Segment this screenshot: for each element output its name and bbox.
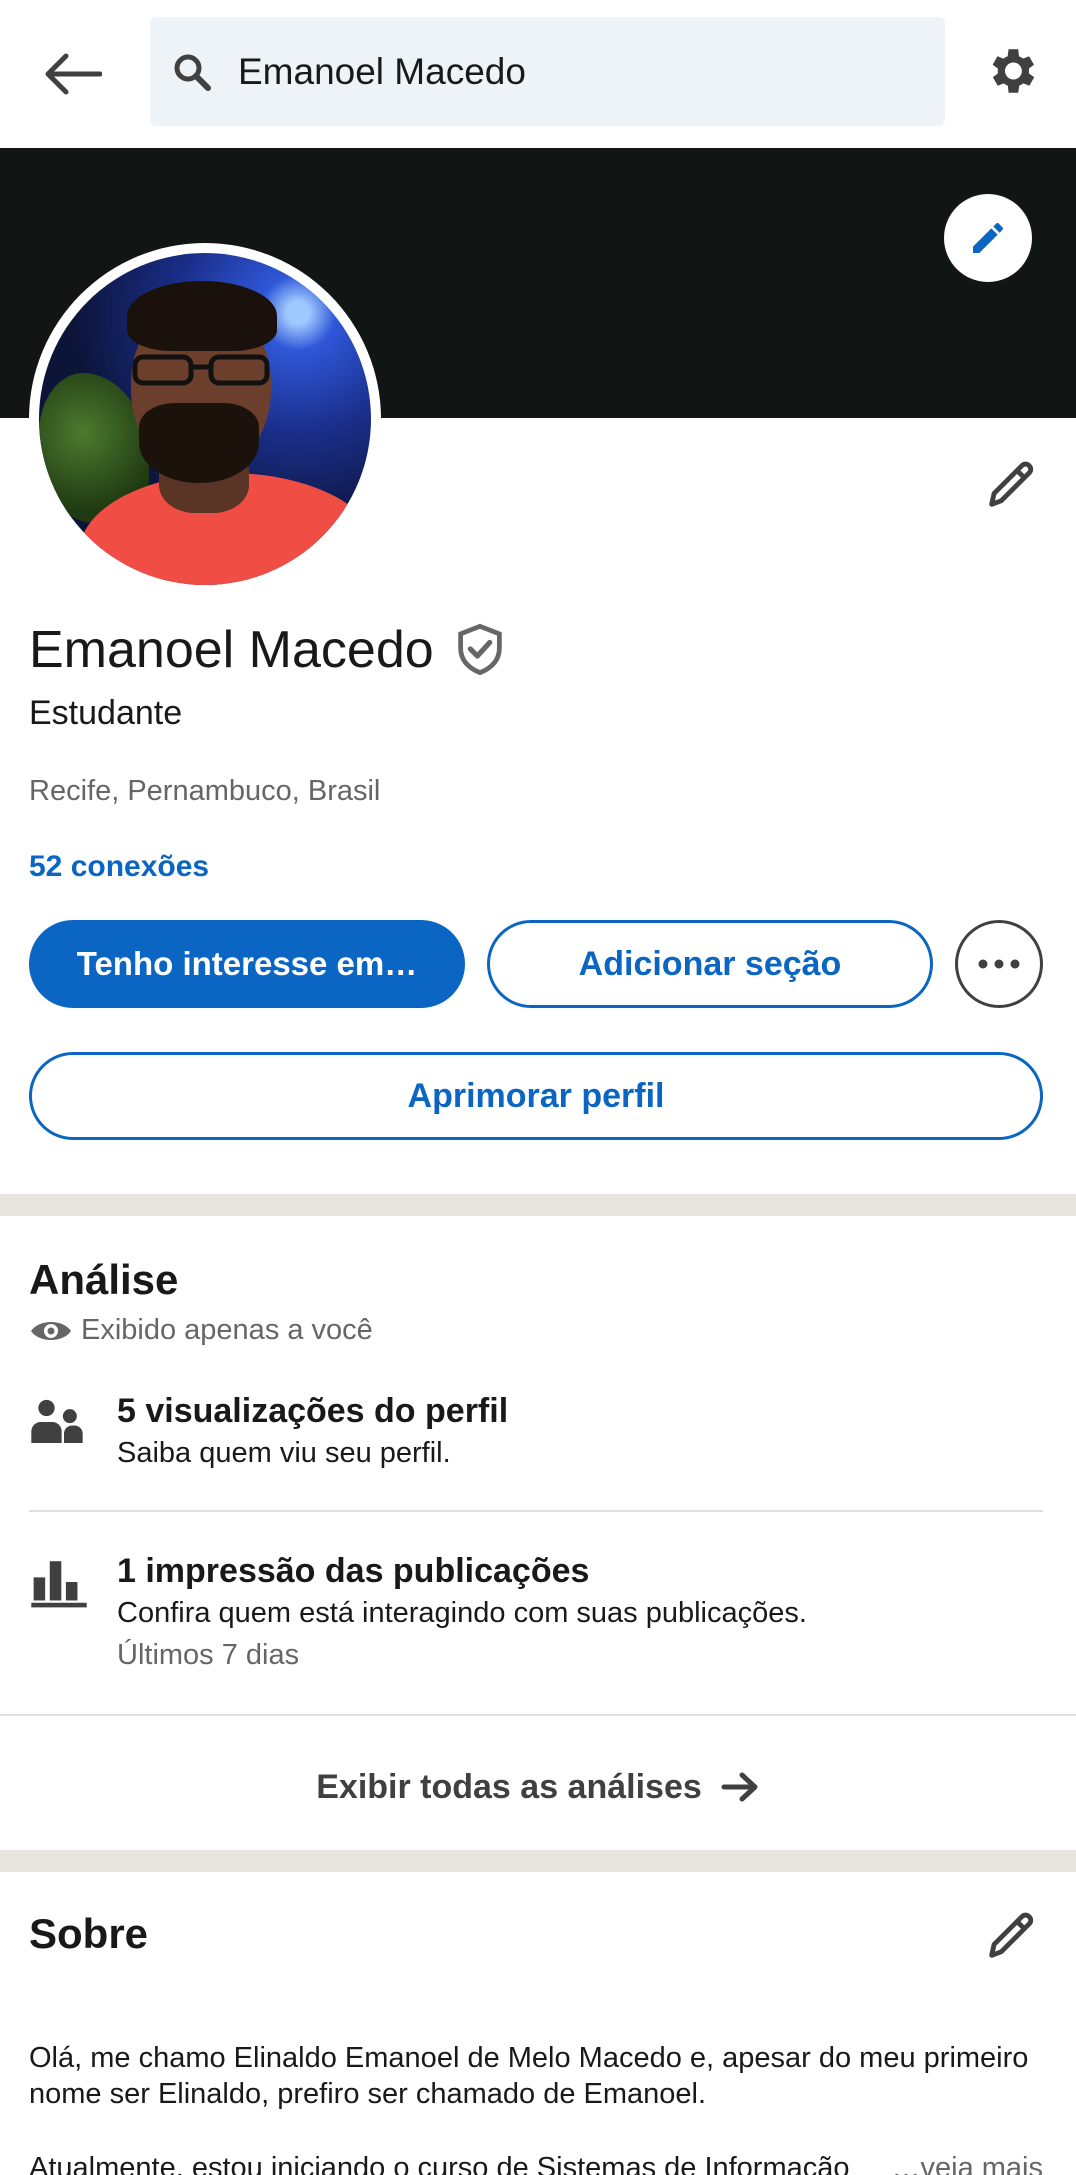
post-impressions-period: Últimos 7 dias (117, 1639, 300, 1671)
about-text-continued: Atualmente, estou iniciando o curso de S… (29, 2150, 1043, 2175)
avatar[interactable] (29, 243, 381, 595)
show-all-analytics-button[interactable]: Exibir todas as análises (0, 1752, 1076, 1822)
bar-chart-icon (29, 1550, 89, 1610)
edit-profile-pencil-icon[interactable] (978, 452, 1044, 518)
profile-views-subtitle: Saiba quem viu seu perfil. (117, 1437, 451, 1469)
section-divider (0, 1194, 1076, 1216)
more-options-button[interactable] (955, 920, 1043, 1008)
eye-icon (29, 1316, 73, 1346)
about-title: Sobre (29, 1910, 149, 1957)
search-icon (172, 50, 216, 94)
people-icon (29, 1390, 89, 1450)
show-all-label: Exibir todas as análises (316, 1767, 702, 1806)
pencil-icon (973, 223, 1003, 253)
search-query: Emanoel Macedo (238, 50, 526, 92)
improve-profile-button[interactable]: Aprimorar perfil (29, 1052, 1043, 1140)
edit-about-pencil-icon[interactable] (978, 1903, 1044, 1969)
profile-photo (39, 253, 371, 585)
profile-location: Recife, Pernambuco, Brasil (29, 775, 381, 807)
about-text: Olá, me chamo Elinaldo Emanoel de Melo M… (29, 2042, 1029, 2110)
see-more-link[interactable]: …veja mais (881, 2150, 1043, 2175)
divider (29, 1510, 1043, 1512)
post-impressions-item[interactable]: 1 impressão das publicações Confira quem… (29, 1550, 1043, 1676)
private-note: Exibido apenas a você (29, 1314, 373, 1347)
arrow-right-icon (720, 1767, 760, 1807)
about-text-line: Atualmente, estou iniciando o curso de S… (29, 2152, 850, 2175)
name-row: Emanoel Macedo (29, 620, 510, 680)
profile-name: Emanoel Macedo (29, 621, 434, 679)
ellipsis-icon (978, 959, 1020, 969)
add-section-button[interactable]: Adicionar seção (487, 920, 933, 1008)
profile-views-title: 5 visualizações do perfil (117, 1392, 509, 1430)
profile-headline: Estudante (29, 694, 183, 732)
post-impressions-title: 1 impressão das publicações (117, 1552, 590, 1590)
edit-cover-button[interactable] (944, 194, 1032, 282)
private-note-text: Exibido apenas a você (81, 1314, 373, 1346)
top-bar: Emanoel Macedo (0, 0, 1076, 148)
gear-icon[interactable] (978, 38, 1044, 104)
verified-shield-icon[interactable] (454, 622, 510, 678)
open-to-button[interactable]: Tenho interesse em… (29, 920, 465, 1008)
profile-views-item[interactable]: 5 visualizações do perfil Saiba quem viu… (29, 1390, 1043, 1474)
back-arrow-icon[interactable] (36, 38, 108, 110)
connections-link[interactable]: 52 conexões (29, 850, 209, 884)
post-impressions-subtitle: Confira quem está interagindo com suas p… (117, 1597, 807, 1629)
section-divider (0, 1850, 1076, 1872)
divider (0, 1714, 1076, 1716)
search-input[interactable]: Emanoel Macedo (150, 17, 945, 126)
analysis-title: Análise (29, 1256, 179, 1303)
